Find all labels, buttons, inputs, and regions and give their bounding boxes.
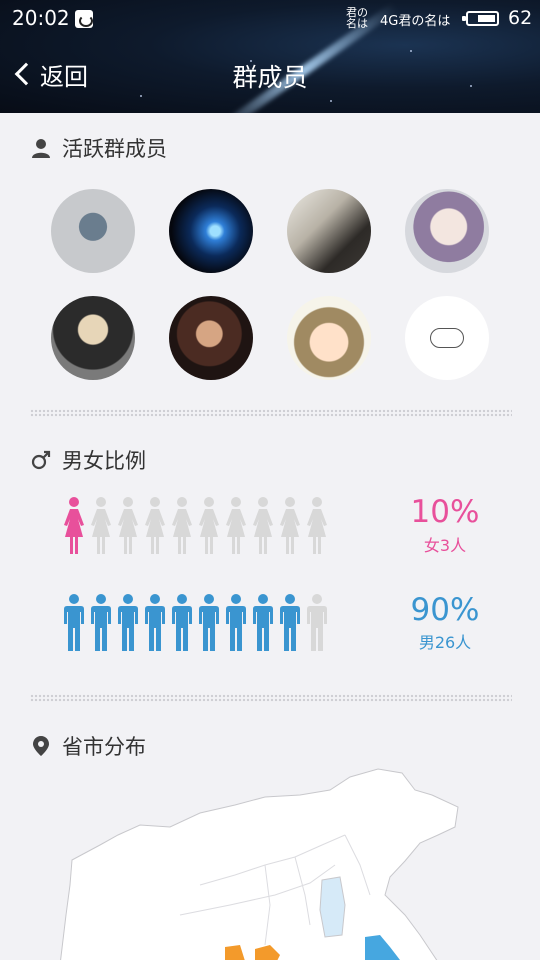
member-avatar[interactable] [169, 296, 253, 380]
female-person-icon [172, 497, 192, 554]
member-avatar[interactable] [169, 189, 253, 273]
female-person-icon [145, 497, 165, 554]
male-percent: 90% [410, 592, 480, 628]
status-bar: 20:02 君の 名は 4G君の名は 62 [0, 0, 540, 38]
person-icon [30, 137, 52, 159]
gender-ratio-heading: 男女比例 [30, 445, 146, 475]
male-person-icon [199, 594, 219, 651]
male-person-icon [145, 594, 165, 651]
male-icon-row [62, 594, 329, 652]
female-person-icon [307, 497, 327, 554]
member-avatar[interactable] [51, 189, 135, 273]
battery-level: 62 [508, 7, 533, 29]
status-time: 20:02 [12, 6, 70, 30]
member-avatar[interactable] [51, 296, 135, 380]
male-count: 男26人 [418, 633, 472, 652]
page-title: 群成员 [232, 63, 308, 92]
divider [30, 409, 512, 417]
member-avatar[interactable] [287, 296, 371, 380]
navbar: 返回 群成员 [0, 38, 540, 113]
female-icon-row [62, 497, 329, 555]
male-person-icon [118, 594, 138, 651]
active-members-title: 活跃群成员 [62, 137, 167, 161]
map-region-highlight [319, 876, 346, 938]
female-person-icon [226, 497, 246, 554]
female-person-icon [91, 497, 111, 554]
location-pin-icon [30, 735, 52, 757]
female-person-icon [280, 497, 300, 554]
female-count: 女3人 [423, 536, 467, 555]
cloud-icon [430, 328, 464, 348]
male-person-icon [226, 594, 246, 651]
female-person-icon [199, 497, 219, 554]
member-avatar[interactable] [287, 189, 371, 273]
china-map [60, 768, 459, 960]
region-heading: 省市分布 [30, 731, 146, 761]
region-title: 省市分布 [62, 735, 146, 759]
male-person-icon [172, 594, 192, 651]
weibo-icon [75, 10, 93, 28]
divider [30, 694, 512, 702]
female-percent: 10% [410, 494, 480, 530]
female-person-icon [64, 497, 84, 554]
active-members-heading: 活跃群成员 [30, 133, 167, 163]
gender-icon [30, 449, 52, 471]
female-person-icon [118, 497, 138, 554]
battery-fill [478, 15, 495, 22]
member-avatar[interactable] [405, 189, 489, 273]
gender-ratio-title: 男女比例 [62, 449, 146, 473]
header: 20:02 君の 名は 4G君の名は 62 返回 群成员 [0, 0, 540, 113]
male-person-icon [64, 594, 84, 651]
network-label: 4G君の名は [380, 14, 451, 29]
male-person-icon [280, 594, 300, 651]
battery-icon [462, 11, 499, 26]
female-person-icon [253, 497, 273, 554]
male-person-icon [91, 594, 111, 651]
male-person-icon [253, 594, 273, 651]
male-person-icon [307, 594, 327, 651]
carrier-name: 君の 名は [346, 6, 368, 30]
member-avatar[interactable] [405, 296, 489, 380]
